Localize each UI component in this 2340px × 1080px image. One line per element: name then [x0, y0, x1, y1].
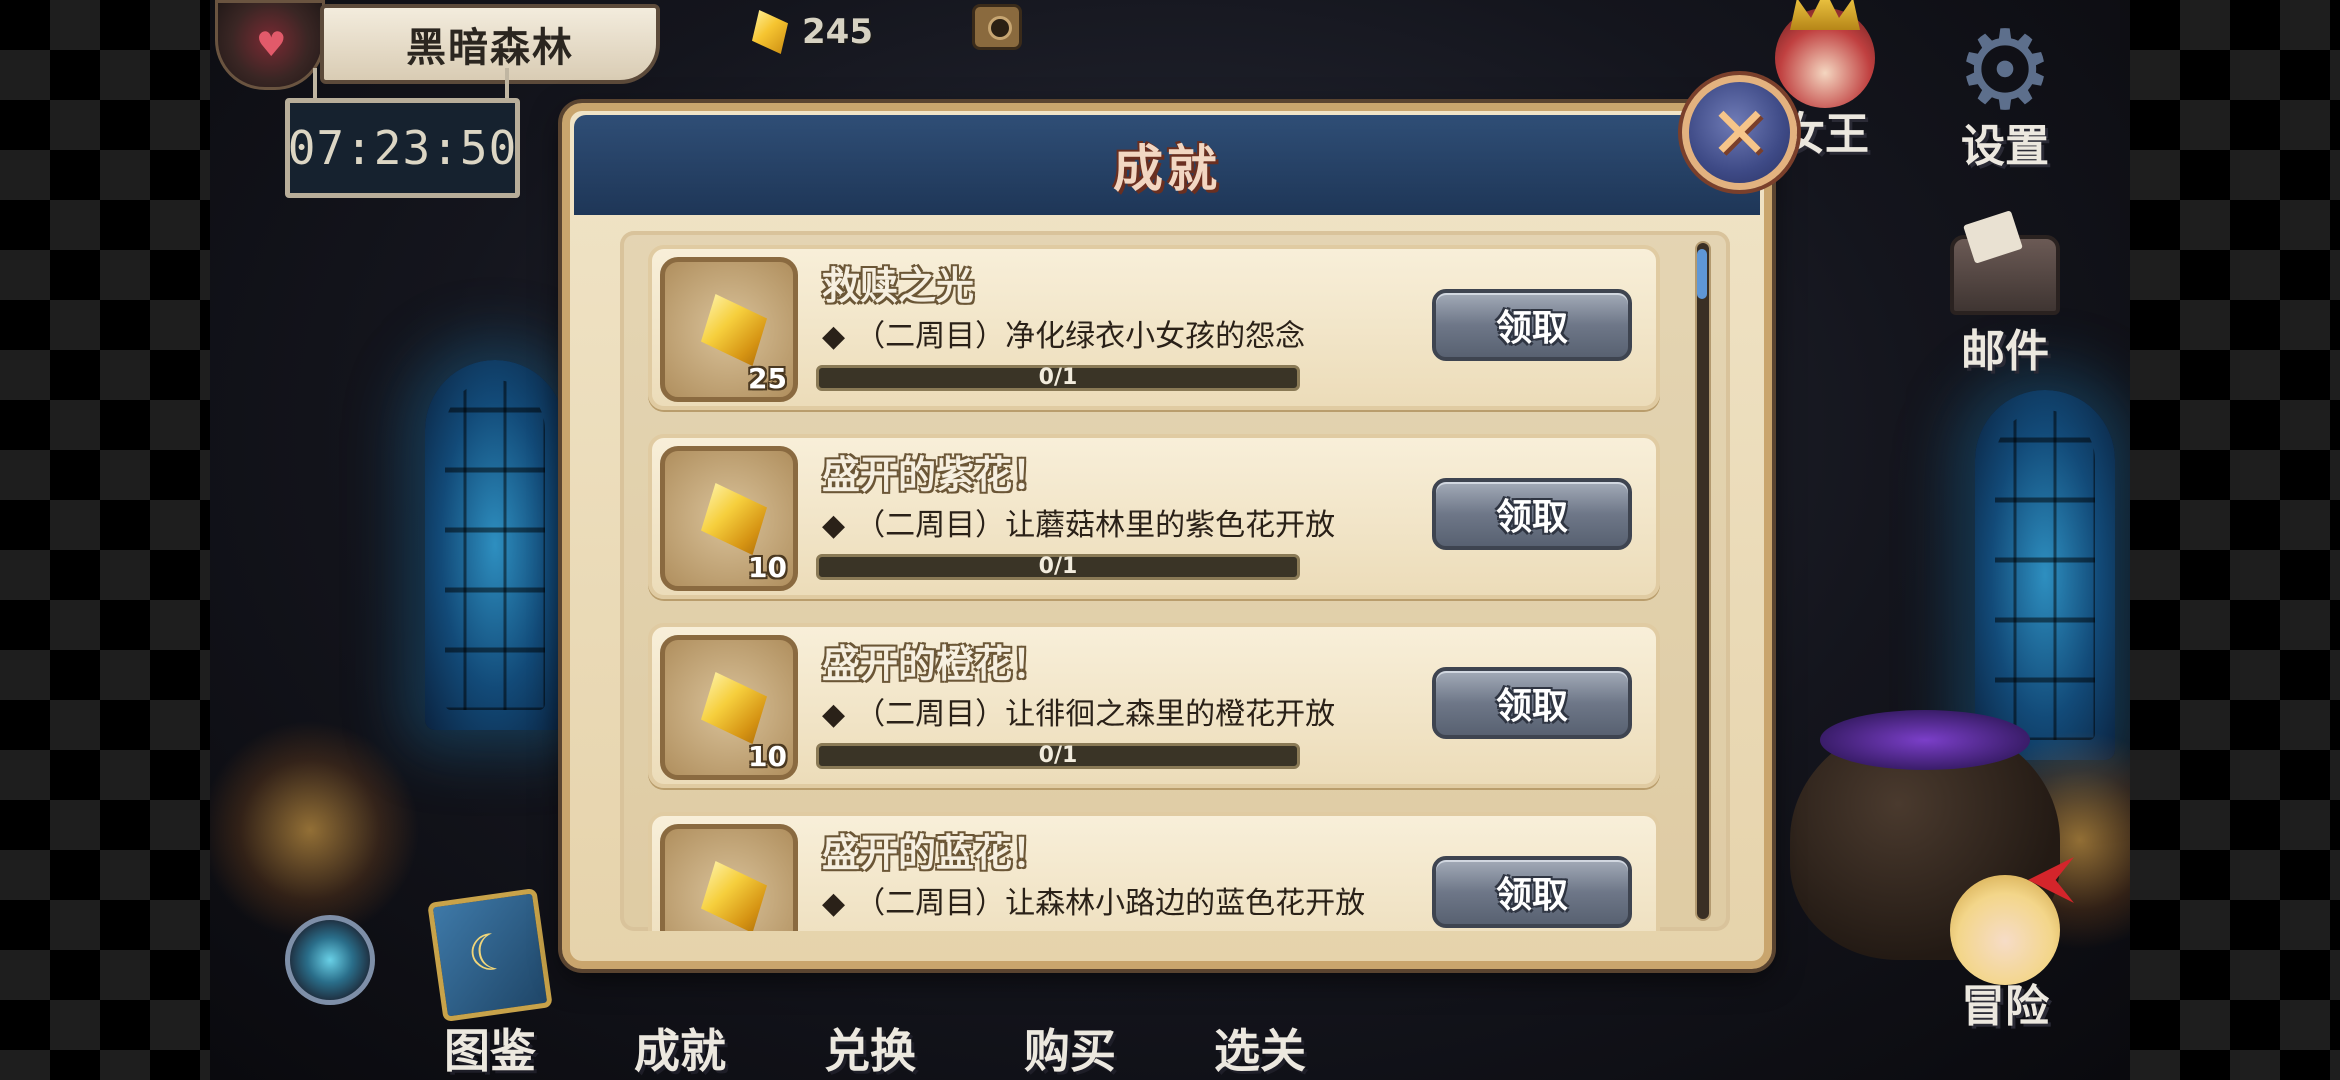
achievement-title: 救赎之光 — [822, 264, 975, 308]
timer: 07:23:50 — [285, 98, 520, 198]
right-window — [1975, 390, 2115, 760]
scrollbar[interactable] — [1695, 241, 1711, 921]
gem-icon — [701, 861, 767, 931]
reward-box — [660, 824, 798, 931]
gem-counter: 245 — [752, 6, 873, 58]
gem-icon — [701, 483, 767, 555]
claim-button-label: 领取 — [1495, 308, 1568, 349]
achievement-row: 10 盛开的紫花！ ◆ （二周目）让蘑菇林里的紫色花开放 0/1 领取 — [648, 434, 1660, 599]
settings-label: 设置 — [1961, 121, 2049, 172]
gear-icon: ⚙ — [1955, 6, 2055, 134]
scrollbar-thumb[interactable] — [1697, 249, 1707, 299]
achievement-description: ◆ （二周目）让蘑菇林里的紫色花开放 — [822, 500, 1335, 544]
modal-title: 成就 — [1113, 140, 1221, 198]
achievement-title: 盛开的橙花！ — [822, 642, 1051, 686]
location-name: 黑暗森林 — [406, 25, 574, 71]
achievement-description: ◆ （二周目）让森林小路边的蓝色花开放 — [822, 878, 1365, 922]
claim-button-label: 领取 — [1495, 686, 1568, 727]
reward-box: 25 — [660, 257, 798, 402]
bullet-icon: ◆ — [822, 697, 846, 732]
left-border — [0, 0, 210, 1080]
adventure-button[interactable]: 冒险 — [1950, 875, 2060, 1034]
bottom-item-label: 成就 — [634, 1024, 726, 1078]
location-plate: 黑暗森林 — [320, 4, 660, 84]
heart-emblem-icon: ♥ — [215, 0, 325, 90]
timer-hanger-right — [505, 68, 509, 100]
achievement-description-text: （二周目）净化绿衣小女孩的怨念 — [855, 319, 1306, 354]
bullet-icon: ◆ — [822, 319, 846, 354]
reward-count: 10 — [748, 740, 787, 773]
progress-text: 0/1 — [1038, 365, 1078, 390]
bottom-item-encyclopedia[interactable]: 图鉴 — [427, 887, 553, 1080]
adventurer-avatar-icon — [1950, 875, 2060, 985]
achievement-description-text: （二周目）让蘑菇林里的紫色花开放 — [855, 508, 1336, 543]
achievement-title: 盛开的紫花！ — [822, 453, 1051, 497]
achievement-description-text: （二周目）让徘徊之森里的橙花开放 — [855, 697, 1336, 732]
gem-icon — [752, 10, 788, 54]
bottom-item-label: 选关 — [1214, 1024, 1306, 1078]
mail-icon — [1950, 235, 2060, 315]
compass-button[interactable] — [270, 895, 390, 1005]
progress-bar: 0/1 — [816, 365, 1300, 391]
gem-icon — [701, 294, 767, 366]
location-banner[interactable]: ♥ 黑暗森林 — [210, 0, 715, 95]
bullet-icon: ◆ — [822, 886, 846, 921]
claim-button[interactable]: 领取 — [1432, 289, 1632, 361]
reward-count: 10 — [748, 551, 787, 584]
achievement-row: 10 盛开的橙花！ ◆ （二周目）让徘徊之森里的橙花开放 0/1 领取 — [648, 623, 1660, 788]
bottom-item-label: 图鉴 — [444, 1024, 536, 1078]
close-icon: ✕ — [1709, 90, 1770, 175]
settings-button[interactable]: ⚙ 设置 — [1950, 15, 2060, 174]
timer-hanger-left — [313, 68, 317, 100]
bullet-icon: ◆ — [822, 508, 846, 543]
compass-icon — [285, 915, 375, 1005]
camera-icon[interactable] — [972, 4, 1022, 50]
claim-button[interactable]: 领取 — [1432, 478, 1632, 550]
right-border — [2130, 0, 2340, 1080]
progress-text: 0/1 — [1038, 554, 1078, 579]
achievement-description-text: （二周目）让森林小路边的蓝色花开放 — [855, 886, 1366, 921]
claim-button[interactable]: 领取 — [1432, 667, 1632, 739]
progress-bar: 0/1 — [816, 554, 1300, 580]
progress-text: 0/1 — [1038, 743, 1078, 768]
gem-icon — [701, 672, 767, 744]
achievements-modal: 成就 25 救赎之光 ◆ （二周目）净化绿衣小女孩的怨念 0/1 领取 10 盛… — [562, 103, 1772, 969]
timer-sign: 07:23:50 — [285, 68, 520, 198]
claim-button-label: 领取 — [1495, 497, 1568, 538]
claim-button-label: 领取 — [1495, 875, 1568, 916]
achievement-description: ◆ （二周目）净化绿衣小女孩的怨念 — [822, 311, 1305, 355]
timer-value: 07:23:50 — [287, 121, 518, 175]
reward-box: 10 — [660, 446, 798, 591]
achievement-list[interactable]: 25 救赎之光 ◆ （二周目）净化绿衣小女孩的怨念 0/1 领取 10 盛开的紫花… — [620, 231, 1730, 931]
left-window — [425, 360, 565, 730]
progress-bar: 0/1 — [816, 743, 1300, 769]
queen-icon — [1775, 8, 1875, 108]
achievement-row: 盛开的蓝花！ ◆ （二周目）让森林小路边的蓝色花开放 领取 — [648, 812, 1660, 931]
close-button[interactable]: ✕ — [1682, 75, 1797, 190]
achievement-title: 盛开的蓝花！ — [822, 831, 1051, 875]
modal-header: 成就 — [574, 115, 1760, 215]
gem-count: 245 — [802, 12, 873, 52]
bottom-item-label: 兑换 — [824, 1024, 916, 1078]
achievement-description: ◆ （二周目）让徘徊之森里的橙花开放 — [822, 689, 1335, 733]
mail-button[interactable]: 邮件 — [1950, 225, 2060, 379]
reward-count: 25 — [748, 362, 787, 395]
achievement-row: 25 救赎之光 ◆ （二周目）净化绿衣小女孩的怨念 0/1 领取 — [648, 245, 1660, 410]
book-icon — [427, 887, 553, 1023]
reward-box: 10 — [660, 635, 798, 780]
claim-button[interactable]: 领取 — [1432, 856, 1632, 928]
bottom-item-label: 购买 — [1024, 1024, 1116, 1078]
mail-label: 邮件 — [1961, 326, 2049, 377]
